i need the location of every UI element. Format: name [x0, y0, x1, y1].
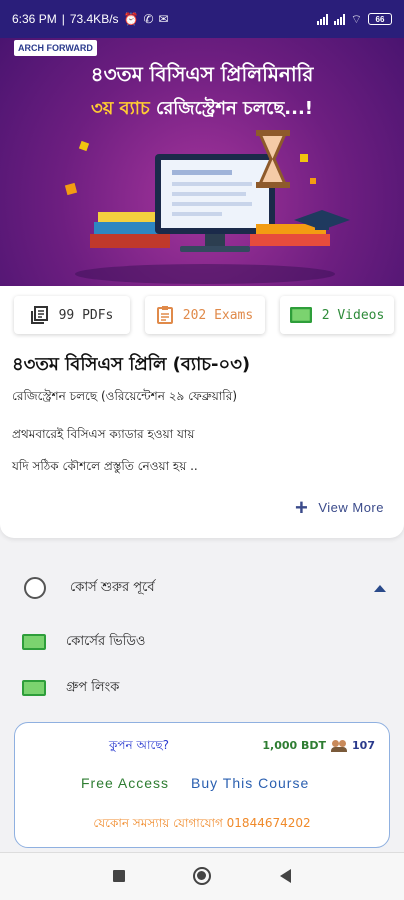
- video-icon: [289, 307, 312, 323]
- plus-icon: +: [294, 494, 309, 520]
- list-item[interactable]: গ্রুপ লিংক: [0, 670, 404, 706]
- price-info: 1,000 BDT 107: [262, 739, 375, 752]
- buy-course-button[interactable]: Buy This Course: [191, 775, 309, 791]
- pdf-count-label: 99 PDFs: [58, 307, 114, 323]
- exam-sheet-icon: [156, 306, 173, 324]
- course-info-card: 99 PDFs 202 Exams 2 Videos ৪৩তম বিসিএস প…: [0, 286, 404, 538]
- caret-up-icon[interactable]: [374, 584, 386, 592]
- section-title: কোর্স শুরুর পূর্বে: [70, 579, 155, 595]
- phone-icon: ✆: [143, 12, 154, 26]
- list-item-label: গ্রুপ লিংক: [66, 679, 120, 695]
- free-access-button[interactable]: Free Access: [81, 775, 169, 791]
- course-description-line: রেজিস্ট্রেশন চলছে (ওরিয়েন্টেশন ২৯ ফেব্র…: [12, 389, 238, 403]
- section-header-pre-course[interactable]: কোর্স শুরুর পূর্বে: [0, 566, 404, 610]
- price-label: 1,000 BDT: [262, 739, 327, 752]
- list-item-label: কোর্সের ভিডিও: [66, 633, 146, 649]
- pdf-count-badge[interactable]: 99 PDFs: [14, 296, 130, 334]
- video-icon: [22, 680, 46, 696]
- brand-logo: ARCH FORWARD: [14, 40, 97, 56]
- list-item[interactable]: কোর্সের ভিডিও: [0, 624, 404, 660]
- view-more-button[interactable]: + View More: [294, 494, 384, 520]
- video-icon: [22, 634, 46, 650]
- home-icon[interactable]: [193, 867, 211, 885]
- status-time: 6:36 PM: [12, 12, 57, 26]
- exam-count-label: 202 Exams: [182, 307, 254, 323]
- back-icon[interactable]: [280, 869, 291, 883]
- enrolled-count: 107: [352, 739, 375, 752]
- exam-count-badge[interactable]: 202 Exams: [145, 296, 265, 334]
- users-icon: [331, 739, 348, 752]
- course-description-line: প্রথমবারেই বিসিএস ক্যাডার হওয়া যায়: [12, 427, 195, 441]
- alarm-icon: ⏰: [123, 12, 139, 26]
- course-description-line: যদি সঠিক কৌশলে প্রস্তুতি নেওয়া হয় ..: [12, 459, 198, 473]
- signal-icon: [316, 13, 328, 25]
- banner-title: ৪৩তম বিসিএস প্রিলিমিনারি: [90, 62, 314, 86]
- coupon-link[interactable]: কুপন আছে?: [109, 737, 169, 757]
- system-nav-bar: [0, 852, 404, 900]
- course-banner: ARCH FORWARD ৪৩তম বিসিএস প্রিলিমিনারি ৩য…: [0, 38, 404, 286]
- video-count-label: 2 Videos: [321, 307, 385, 323]
- battery-icon: 66: [368, 13, 392, 25]
- course-title: ৪৩তম বিসিএস প্রিলি (ব্যাচ-০৩): [12, 354, 251, 375]
- wifi-icon: ⌔: [350, 11, 362, 26]
- pdf-stack-icon: [30, 306, 48, 324]
- video-count-badge[interactable]: 2 Videos: [280, 296, 394, 334]
- signal2-icon: [333, 13, 345, 25]
- status-bar: 6:36 PM | 73.4KB/s ⏰ ✆ ✉ ⌔ 66: [0, 0, 404, 38]
- study-illustration: [64, 130, 350, 284]
- mail-icon: ✉: [158, 12, 169, 26]
- recent-apps-icon[interactable]: [113, 870, 125, 882]
- purchase-panel: কুপন আছে? 1,000 BDT 107 Free Access Buy …: [14, 722, 390, 848]
- view-more-label: View More: [318, 500, 384, 515]
- contact-info[interactable]: যেকোন সমস্যায় যোগাযোগ 01844674202: [15, 815, 389, 835]
- status-speed: 73.4KB/s: [69, 12, 119, 26]
- section-radio[interactable]: [24, 577, 46, 599]
- content-badges: 99 PDFs 202 Exams 2 Videos: [14, 296, 394, 334]
